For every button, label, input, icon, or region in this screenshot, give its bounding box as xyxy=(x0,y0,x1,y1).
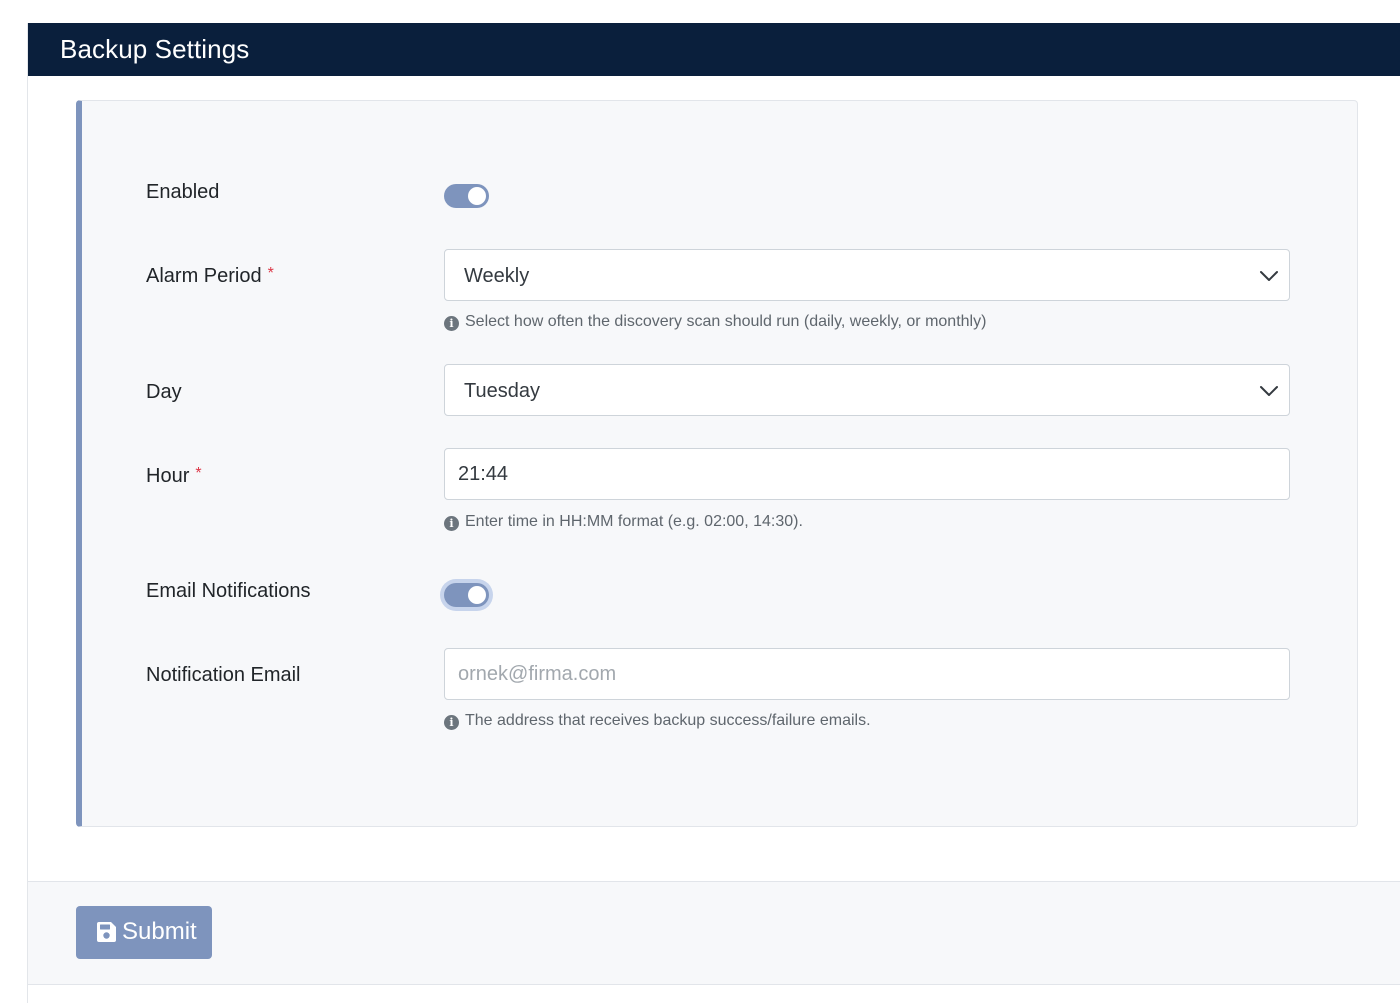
required-marker: * xyxy=(195,465,202,482)
notification-email-input[interactable] xyxy=(444,648,1290,700)
card-header: Backup Settings xyxy=(28,23,1400,76)
hour-label-text: Hour xyxy=(146,465,190,487)
required-marker: * xyxy=(267,265,274,282)
chevron-down-icon xyxy=(1260,386,1278,396)
day-value: Tuesday xyxy=(464,380,540,402)
hour-help-text: Enter time in HH:MM format (e.g. 02:00, … xyxy=(465,513,803,530)
email-notifications-label-text: Email Notifications xyxy=(146,580,311,602)
settings-form-panel: Enabled Alarm Period * Weekly i Select how… xyxy=(76,100,1358,827)
hour-help: i Enter time in HH:MM format (e.g. 02:00,… xyxy=(444,512,803,532)
alarm-period-select[interactable]: Weekly xyxy=(444,249,1290,301)
page-title: Backup Settings xyxy=(60,34,250,64)
notification-email-label-text: Notification Email xyxy=(146,664,301,686)
alarm-period-label: Alarm Period * xyxy=(146,263,274,291)
enabled-label: Enabled xyxy=(146,179,219,205)
notification-email-help: i The address that receives backup succes… xyxy=(444,711,871,731)
email-notifications-label: Email Notifications xyxy=(146,578,311,604)
day-select[interactable]: Tuesday xyxy=(444,364,1290,416)
enabled-toggle[interactable] xyxy=(444,184,489,208)
hour-input[interactable] xyxy=(444,448,1290,500)
email-notifications-toggle[interactable] xyxy=(444,583,489,607)
alarm-period-label-text: Alarm Period xyxy=(146,265,262,287)
notification-email-label: Notification Email xyxy=(146,662,301,688)
hour-label: Hour * xyxy=(146,463,202,491)
submit-button-label: Submit xyxy=(122,918,197,945)
alarm-period-help-text: Select how often the discovery scan shou… xyxy=(465,313,987,330)
submit-button[interactable]: Submit xyxy=(76,906,212,959)
card-footer: Submit xyxy=(28,881,1400,985)
backup-settings-card: Backup Settings Enabled Alarm Period * We… xyxy=(27,23,1400,1003)
day-label: Day xyxy=(146,379,182,405)
notification-email-help-text: The address that receives backup success… xyxy=(465,712,871,729)
alarm-period-help: i Select how often the discovery scan sho… xyxy=(444,312,986,332)
enabled-label-text: Enabled xyxy=(146,181,220,203)
day-label-text: Day xyxy=(146,381,182,403)
info-circle-icon: i xyxy=(444,516,459,531)
alarm-period-value: Weekly xyxy=(464,265,530,287)
info-circle-icon: i xyxy=(444,715,459,730)
chevron-down-icon xyxy=(1260,271,1278,281)
floppy-disk-icon xyxy=(97,922,116,942)
info-circle-icon: i xyxy=(444,316,459,331)
toggle-knob xyxy=(468,586,486,604)
toggle-knob xyxy=(468,187,486,205)
